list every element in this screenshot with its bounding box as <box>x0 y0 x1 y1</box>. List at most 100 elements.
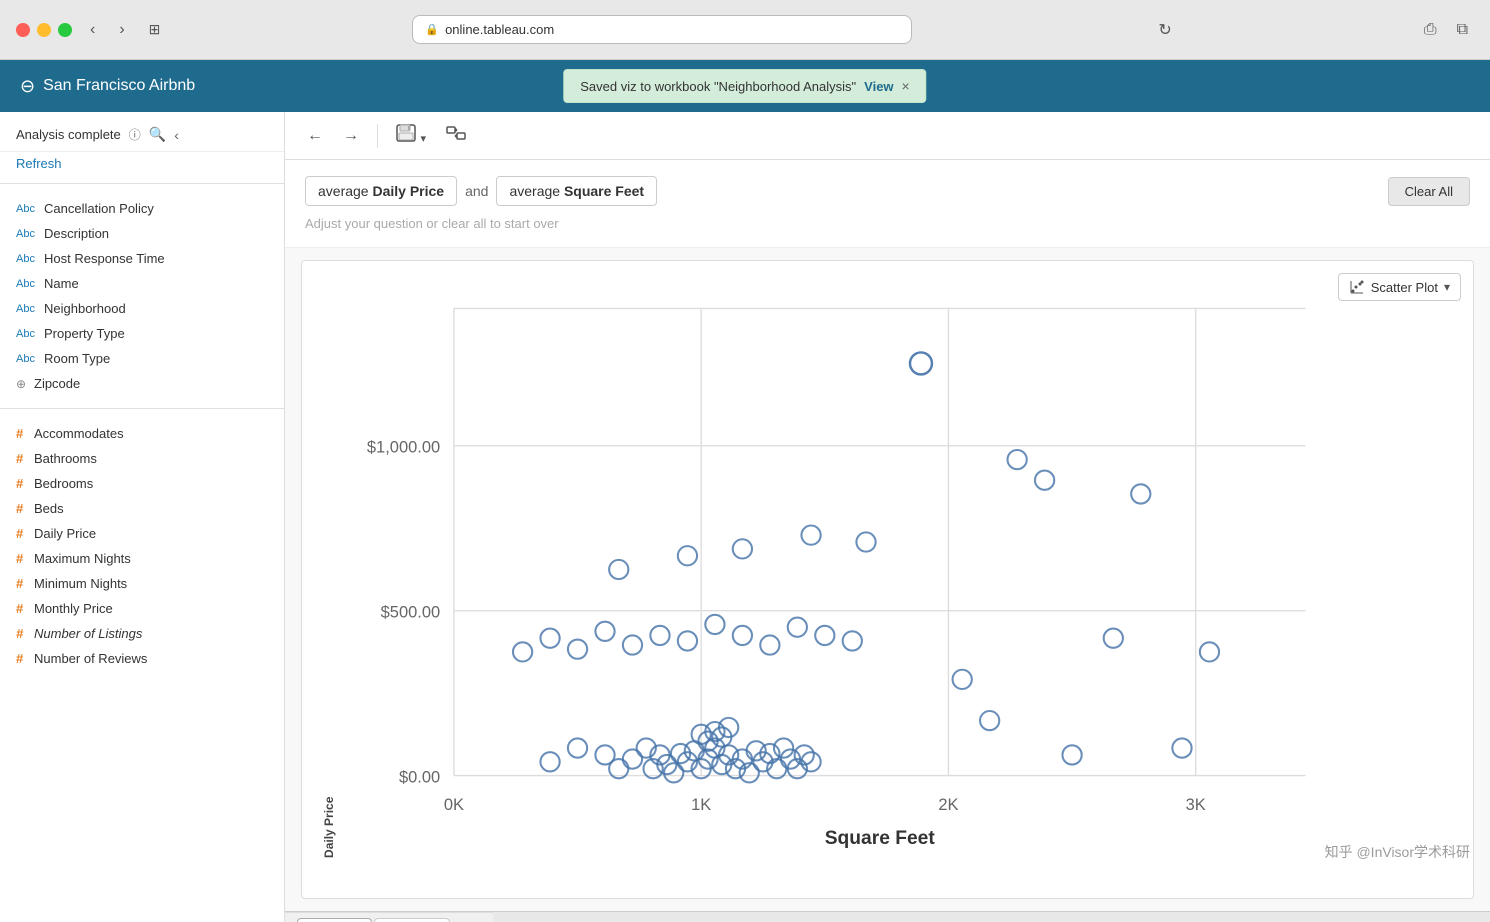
pill2-pre-text: average <box>509 183 563 199</box>
type-icon: Abc <box>16 328 38 340</box>
browser-action-buttons: ⎙ ⧉ <box>1418 17 1474 43</box>
minimize-button[interactable] <box>37 23 51 37</box>
forward-nav-button[interactable]: → <box>337 123 365 149</box>
field-label: Name <box>44 276 79 291</box>
traffic-lights <box>16 23 72 37</box>
field-label: Bedrooms <box>34 476 93 491</box>
notification-close-button[interactable]: × <box>902 78 910 94</box>
svg-text:$0.00: $0.00 <box>399 768 440 786</box>
new-sheet-button[interactable]: ⊞ <box>452 917 481 922</box>
content-toolbar: ← → ▾ <box>285 112 1490 160</box>
sidebar-item-maximum-nights[interactable]: # Maximum Nights <box>0 546 284 571</box>
query-connector: and <box>465 183 488 199</box>
hash-icon: # <box>16 551 28 566</box>
query-hint: Adjust your question or clear all to sta… <box>305 216 1470 231</box>
sidebar: Analysis complete ⓘ 🔍 ‹ Refresh Abc Canc… <box>0 112 285 922</box>
maximize-button[interactable] <box>58 23 72 37</box>
field-label: Zipcode <box>34 376 80 391</box>
type-icon: Abc <box>16 253 38 265</box>
sidebar-item-bedrooms[interactable]: # Bedrooms <box>0 471 284 496</box>
sidebar-item-beds[interactable]: # Beds <box>0 496 284 521</box>
refresh-link[interactable]: Refresh <box>0 152 284 179</box>
globe-icon: ⊕ <box>16 377 28 391</box>
query-pill-square-feet[interactable]: average Square Feet <box>496 176 657 206</box>
saved-notification: Saved viz to workbook "Neighborhood Anal… <box>563 69 926 103</box>
sidebar-item-accommodates[interactable]: # Accommodates <box>0 421 284 446</box>
url-text: online.tableau.com <box>445 22 554 37</box>
sidebar-item-minimum-nights[interactable]: # Minimum Nights <box>0 571 284 596</box>
type-icon: Abc <box>16 203 38 215</box>
browser-chrome: ‹ › ⊞ 🔒 online.tableau.com ↻ ⎙ ⧉ <box>0 0 1490 60</box>
search-icon[interactable]: 🔍 <box>149 126 166 143</box>
notification-text: Saved viz to workbook "Neighborhood Anal… <box>580 79 856 94</box>
type-icon: Abc <box>16 228 38 240</box>
transform-button[interactable] <box>440 120 472 151</box>
chart-controls: Scatter Plot ▾ <box>1338 273 1461 301</box>
svg-text:3K: 3K <box>1186 796 1206 814</box>
y-axis-label: Daily Price <box>322 281 336 858</box>
hash-icon: # <box>16 426 28 441</box>
notification-view-link[interactable]: View <box>864 79 893 94</box>
sidebar-item-zipcode[interactable]: ⊕ Zipcode <box>0 371 284 396</box>
query-row: average Daily Price and average Square F… <box>305 176 1470 206</box>
field-label: Host Response Time <box>44 251 165 266</box>
field-label: Monthly Price <box>34 601 113 616</box>
sidebar-item-room-type[interactable]: Abc Room Type <box>0 346 284 371</box>
hash-icon: # <box>16 651 28 666</box>
back-button[interactable]: ‹ <box>84 17 101 43</box>
field-label: Cancellation Policy <box>44 201 154 216</box>
svg-text:1K: 1K <box>691 796 711 814</box>
refresh-button[interactable]: ↻ <box>1158 20 1171 40</box>
sidebar-item-name[interactable]: Abc Name <box>0 271 284 296</box>
pill1-pre-text: average <box>318 183 372 199</box>
info-icon[interactable]: ⓘ <box>129 126 141 143</box>
back-nav-button[interactable]: ← <box>301 123 329 149</box>
sidebar-header: Analysis complete ⓘ 🔍 ‹ <box>0 112 284 152</box>
field-label: Bathrooms <box>34 451 97 466</box>
app-title: San Francisco Airbnb <box>43 77 195 95</box>
sheet-tabs: Sheet 1 Sheet 2 ⊞ <box>285 912 493 922</box>
svg-text:$500.00: $500.00 <box>381 604 441 622</box>
analysis-status: Analysis complete <box>16 127 121 142</box>
type-icon: Abc <box>16 303 38 315</box>
chart-type-dropdown-button[interactable]: ▾ <box>1444 280 1450 294</box>
sheet1-tab[interactable]: Sheet 1 <box>297 918 372 922</box>
hash-icon: # <box>16 601 28 616</box>
share-button[interactable]: ⎙ <box>1418 17 1443 43</box>
svg-text:0K: 0K <box>444 796 464 814</box>
field-label: Room Type <box>44 351 110 366</box>
field-label: Minimum Nights <box>34 576 127 591</box>
forward-button[interactable]: › <box>113 17 130 43</box>
toolbar-separator <box>377 124 378 148</box>
sidebar-item-bathrooms[interactable]: # Bathrooms <box>0 446 284 471</box>
field-label: Number of Listings <box>34 626 142 641</box>
tableau-logo: ⊖ San Francisco Airbnb <box>20 76 195 97</box>
sidebar-item-number-of-listings[interactable]: # Number of Listings <box>0 621 284 646</box>
field-label: Description <box>44 226 109 241</box>
save-button[interactable]: ▾ <box>390 120 432 151</box>
sidebar-item-neighborhood[interactable]: Abc Neighborhood <box>0 296 284 321</box>
field-label: Neighborhood <box>44 301 126 316</box>
field-label: Daily Price <box>34 526 96 541</box>
sidebar-item-number-of-reviews[interactable]: # Number of Reviews <box>0 646 284 671</box>
sheet2-tab[interactable]: Sheet 2 <box>374 918 449 922</box>
string-fields-section: Abc Cancellation Policy Abc Description … <box>0 188 284 404</box>
duplicate-button[interactable]: ⧉ <box>1451 17 1474 43</box>
type-icon: Abc <box>16 278 38 290</box>
sidebar-item-property-type[interactable]: Abc Property Type <box>0 321 284 346</box>
clear-all-button[interactable]: Clear All <box>1388 177 1470 206</box>
sidebar-item-cancellation-policy[interactable]: Abc Cancellation Policy <box>0 196 284 221</box>
chart-type-selector[interactable]: Scatter Plot ▾ <box>1338 273 1461 301</box>
sidebar-item-monthly-price[interactable]: # Monthly Price <box>0 596 284 621</box>
svg-text:2K: 2K <box>938 796 958 814</box>
query-pill-daily-price[interactable]: average Daily Price <box>305 176 457 206</box>
sidebar-item-host-response-time[interactable]: Abc Host Response Time <box>0 246 284 271</box>
collapse-icon[interactable]: ‹ <box>174 127 179 143</box>
sidebar-item-daily-price[interactable]: # Daily Price <box>0 521 284 546</box>
close-button[interactable] <box>16 23 30 37</box>
svg-text:Square Feet: Square Feet <box>825 828 936 849</box>
address-bar[interactable]: 🔒 online.tableau.com <box>412 15 912 44</box>
sidebar-item-description[interactable]: Abc Description <box>0 221 284 246</box>
layout-button[interactable]: ⊞ <box>143 17 167 42</box>
chart-type-label: Scatter Plot <box>1371 280 1438 295</box>
